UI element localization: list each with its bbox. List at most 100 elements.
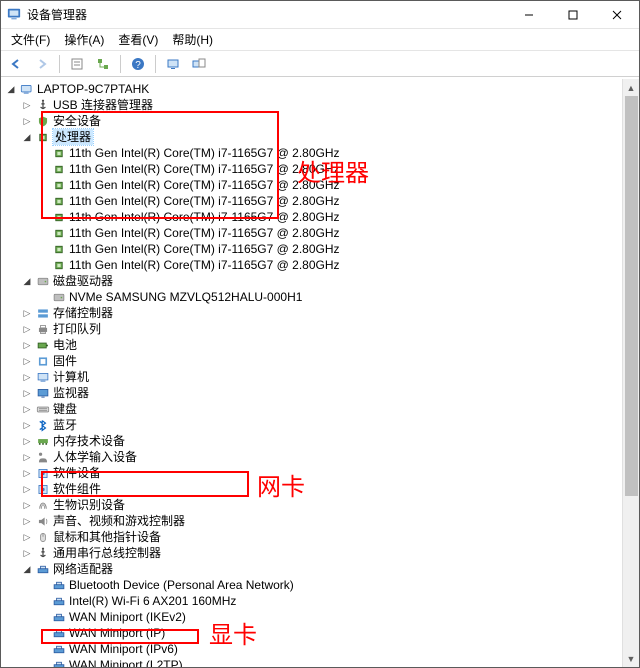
tree-category[interactable]: ▷ 内存技术设备: [3, 433, 639, 449]
memory-icon: [35, 434, 51, 448]
tree-category[interactable]: ▷ 通用串行总线控制器: [3, 545, 639, 561]
tree-item-label: 通用串行总线控制器: [53, 545, 161, 561]
tree-leaf[interactable]: 11th Gen Intel(R) Core(TM) i7-1165G7 @ 2…: [3, 177, 639, 193]
tree-leaf[interactable]: WAN Miniport (L2TP): [3, 657, 639, 667]
tree-category[interactable]: ▷软件设备: [3, 465, 639, 481]
expander-icon[interactable]: ▷: [21, 403, 33, 415]
tree-item-label: 固件: [53, 353, 77, 369]
expander-icon[interactable]: ▷: [21, 499, 33, 511]
expander-icon[interactable]: ▷: [21, 339, 33, 351]
tree-leaf[interactable]: WAN Miniport (IKEv2): [3, 609, 639, 625]
menu-action[interactable]: 操作(A): [58, 29, 110, 50]
mouse-icon: [35, 530, 51, 544]
expander-icon[interactable]: ▷: [21, 547, 33, 559]
expander-icon[interactable]: ◢: [5, 83, 17, 95]
toolbar-properties-button[interactable]: [66, 53, 88, 75]
computer-root-icon: [19, 82, 35, 96]
tree-leaf[interactable]: Intel(R) Wi-Fi 6 AX201 160MHz: [3, 593, 639, 609]
tree-category[interactable]: ◢处理器: [3, 129, 639, 145]
tree-category[interactable]: ▷存储控制器: [3, 305, 639, 321]
tree-category[interactable]: ▷ 电池: [3, 337, 639, 353]
tree-category[interactable]: ▷蓝牙: [3, 417, 639, 433]
expander-icon[interactable]: ▷: [21, 467, 33, 479]
toolbar-tree-button[interactable]: [92, 53, 114, 75]
tree-leaf[interactable]: 11th Gen Intel(R) Core(TM) i7-1165G7 @ 2…: [3, 161, 639, 177]
menu-help[interactable]: 帮助(H): [166, 29, 219, 50]
tree-category[interactable]: ▷生物识别设备: [3, 497, 639, 513]
scroll-down-button[interactable]: ▼: [623, 650, 640, 667]
tree-item-label: WAN Miniport (IKEv2): [69, 609, 186, 625]
toolbar-scan-button[interactable]: [162, 53, 184, 75]
toolbar-forward-button[interactable]: [31, 53, 53, 75]
scroll-thumb[interactable]: [625, 96, 638, 496]
tree-category[interactable]: ▷软件组件: [3, 481, 639, 497]
expander-icon[interactable]: ▷: [21, 451, 33, 463]
net-icon: [51, 594, 67, 608]
cpu-icon: [35, 130, 51, 144]
expander-icon[interactable]: ▷: [21, 307, 33, 319]
tree-leaf[interactable]: 11th Gen Intel(R) Core(TM) i7-1165G7 @ 2…: [3, 225, 639, 241]
expander-icon[interactable]: ▷: [21, 387, 33, 399]
expander-icon[interactable]: ▷: [21, 371, 33, 383]
tree-leaf[interactable]: 11th Gen Intel(R) Core(TM) i7-1165G7 @ 2…: [3, 145, 639, 161]
menu-view[interactable]: 查看(V): [112, 29, 164, 50]
tree-category[interactable]: ▷USB 连接器管理器: [3, 97, 639, 113]
tree-item-label: 内存技术设备: [53, 433, 125, 449]
close-button[interactable]: [595, 1, 639, 29]
tree-category[interactable]: ▷ 计算机: [3, 369, 639, 385]
expander-icon[interactable]: ◢: [21, 563, 33, 575]
toolbar-help-button[interactable]: ?: [127, 53, 149, 75]
expander-icon[interactable]: ▷: [21, 435, 33, 447]
tree-leaf[interactable]: NVMe SAMSUNG MZVLQ512HALU-000H1: [3, 289, 639, 305]
expander-icon[interactable]: ▷: [21, 323, 33, 335]
tree-category[interactable]: ▷键盘: [3, 401, 639, 417]
expander-icon[interactable]: ▷: [21, 419, 33, 431]
tree-item-label: 11th Gen Intel(R) Core(TM) i7-1165G7 @ 2…: [69, 161, 340, 177]
tree-category[interactable]: ▷鼠标和其他指针设备: [3, 529, 639, 545]
tree-leaf[interactable]: 11th Gen Intel(R) Core(TM) i7-1165G7 @ 2…: [3, 209, 639, 225]
tree-item-label: Bluetooth Device (Personal Area Network): [69, 577, 294, 593]
tree-leaf[interactable]: 11th Gen Intel(R) Core(TM) i7-1165G7 @ 2…: [3, 193, 639, 209]
minimize-button[interactable]: [507, 1, 551, 29]
tree-leaf[interactable]: WAN Miniport (IPv6): [3, 641, 639, 657]
disk-icon: [35, 274, 51, 288]
tree-category[interactable]: ▷安全设备: [3, 113, 639, 129]
expander-icon[interactable]: ◢: [21, 275, 33, 287]
device-tree[interactable]: ◢LAPTOP-9C7PTAHK▷USB 连接器管理器▷安全设备◢处理器11th…: [1, 79, 639, 667]
menu-file[interactable]: 文件(F): [5, 29, 56, 50]
firmware-icon: [35, 354, 51, 368]
toolbar-separator: [120, 55, 121, 73]
tree-category[interactable]: ◢磁盘驱动器: [3, 273, 639, 289]
expander-icon[interactable]: ▷: [21, 515, 33, 527]
tree-category[interactable]: ▷打印队列: [3, 321, 639, 337]
tree-category[interactable]: ▷声音、视频和游戏控制器: [3, 513, 639, 529]
vertical-scrollbar[interactable]: ▲ ▼: [622, 79, 639, 667]
scroll-track[interactable]: [623, 96, 640, 650]
tree-category[interactable]: ◢网络适配器: [3, 561, 639, 577]
tree-item-label: WAN Miniport (L2TP): [69, 657, 183, 667]
tree-leaf[interactable]: WAN Miniport (IP): [3, 625, 639, 641]
tree-leaf[interactable]: Bluetooth Device (Personal Area Network): [3, 577, 639, 593]
tree-category[interactable]: ▷监视器: [3, 385, 639, 401]
tree-root[interactable]: ◢LAPTOP-9C7PTAHK: [3, 81, 639, 97]
expander-icon[interactable]: ▷: [21, 115, 33, 127]
net-icon: [35, 562, 51, 576]
tree-leaf[interactable]: 11th Gen Intel(R) Core(TM) i7-1165G7 @ 2…: [3, 257, 639, 273]
tree-item-label: 电池: [53, 337, 77, 353]
tree-leaf[interactable]: 11th Gen Intel(R) Core(TM) i7-1165G7 @ 2…: [3, 241, 639, 257]
titlebar: 设备管理器: [1, 1, 639, 29]
expander-icon[interactable]: ◢: [21, 131, 33, 143]
expander-icon[interactable]: ▷: [21, 355, 33, 367]
tree-category[interactable]: ▷ 固件: [3, 353, 639, 369]
tree-item-label: 计算机: [53, 369, 89, 385]
scroll-up-button[interactable]: ▲: [623, 79, 640, 96]
expander-icon[interactable]: ▷: [21, 99, 33, 111]
tree-category[interactable]: ▷人体学输入设备: [3, 449, 639, 465]
toolbar-back-button[interactable]: [5, 53, 27, 75]
soft-icon: [35, 466, 51, 480]
expander-icon[interactable]: ▷: [21, 531, 33, 543]
tree-item-label: 11th Gen Intel(R) Core(TM) i7-1165G7 @ 2…: [69, 193, 340, 209]
toolbar-devices-button[interactable]: [188, 53, 210, 75]
expander-icon[interactable]: ▷: [21, 483, 33, 495]
maximize-button[interactable]: [551, 1, 595, 29]
